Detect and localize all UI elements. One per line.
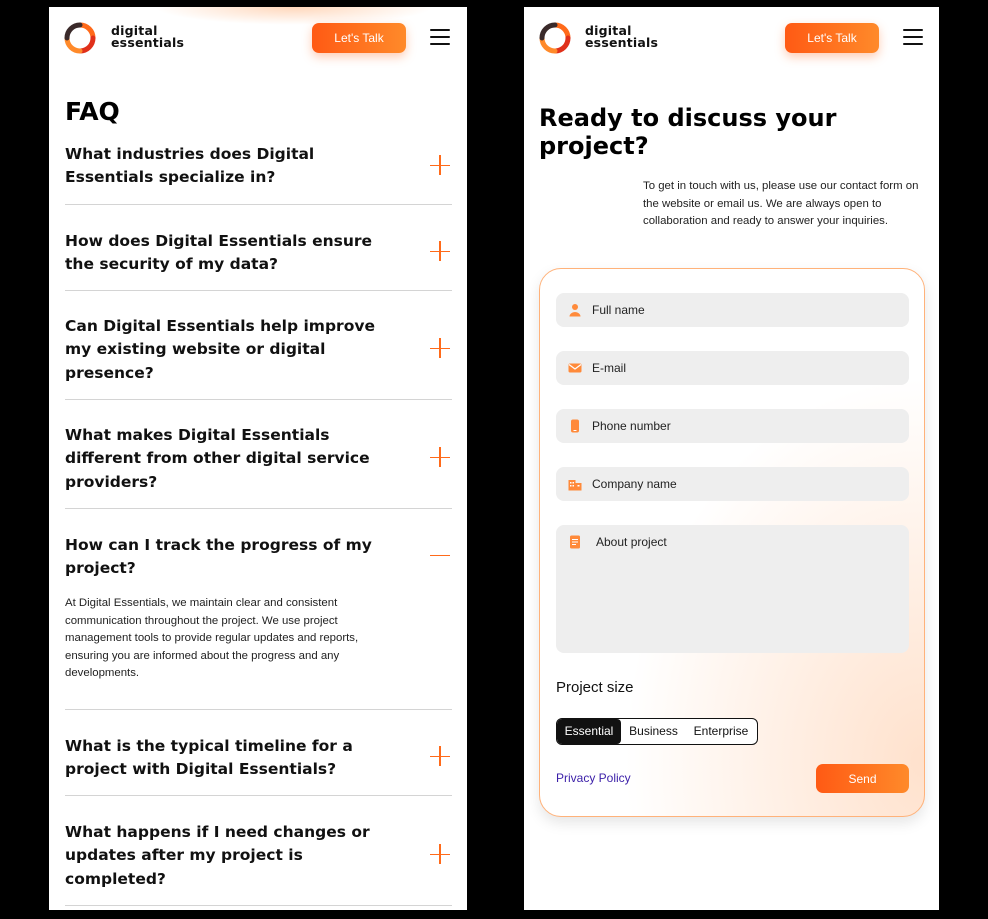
faq-item[interactable]: What is the typical timeline for a proje… — [65, 735, 452, 796]
contact-description: To get in touch with us, please use our … — [643, 180, 919, 227]
contact-title: Ready to discuss your project? — [539, 104, 837, 160]
faq-item-expanded[interactable]: How can I track the progress of my proje… — [65, 534, 452, 710]
person-icon — [569, 304, 581, 317]
privacy-policy-link[interactable]: Privacy Policy — [556, 771, 631, 785]
about-project-placeholder: About project — [596, 535, 667, 549]
document-icon — [570, 535, 580, 549]
brand-name: digital essentials — [111, 25, 184, 48]
plus-icon[interactable] — [430, 746, 450, 766]
email-field[interactable]: E-mail — [556, 351, 909, 385]
hamburger-menu-icon[interactable] — [903, 29, 923, 45]
full-name-field[interactable]: Full name — [556, 293, 909, 327]
size-option-essential[interactable]: Essential — [557, 719, 621, 744]
full-name-placeholder: Full name — [592, 303, 645, 317]
faq-item[interactable]: What industries does Digital Essentials … — [65, 143, 452, 205]
faq-question[interactable]: Can Digital Essentials help improve my e… — [65, 315, 405, 385]
faq-question[interactable]: What is the typical timeline for a proje… — [65, 735, 405, 782]
plus-icon[interactable] — [430, 844, 450, 864]
faq-question[interactable]: How can I track the progress of my proje… — [65, 534, 405, 581]
logo-icon[interactable] — [63, 21, 97, 55]
plus-icon[interactable] — [430, 338, 450, 358]
faq-question[interactable]: What industries does Digital Essentials … — [65, 143, 405, 190]
header: digital essentials Let's Talk — [524, 7, 939, 69]
lets-talk-button[interactable]: Let's Talk — [785, 23, 879, 53]
size-option-business[interactable]: Business — [621, 719, 686, 744]
faq-screen: digital essentials Let's Talk FAQ What i… — [49, 7, 467, 910]
company-placeholder: Company name — [592, 477, 677, 491]
faq-item[interactable]: How does Digital Essentials ensure the s… — [65, 230, 452, 291]
project-size-selector[interactable]: Essential Business Enterprise — [556, 718, 758, 745]
building-icon — [568, 480, 582, 491]
plus-icon[interactable] — [430, 241, 450, 261]
faq-question[interactable]: How does Digital Essentials ensure the s… — [65, 230, 405, 277]
faq-item[interactable]: What happens if I need changes or update… — [65, 821, 452, 906]
header: digital essentials Let's Talk — [49, 7, 467, 69]
company-field[interactable]: Company name — [556, 467, 909, 501]
phone-placeholder: Phone number — [592, 419, 671, 433]
brand-line-2: essentials — [111, 34, 185, 50]
faq-item[interactable]: What makes Digital Essentials different … — [65, 424, 452, 509]
brand-line-2: essentials — [585, 34, 659, 50]
lets-talk-button[interactable]: Let's Talk — [312, 23, 406, 53]
faq-question[interactable]: What makes Digital Essentials different … — [65, 424, 405, 494]
faq-question[interactable]: What happens if I need changes or update… — [65, 821, 405, 891]
mail-icon — [568, 363, 582, 373]
faq-answer: At Digital Essentials, we maintain clear… — [65, 597, 359, 679]
logo-icon[interactable] — [538, 21, 572, 55]
phone-icon — [571, 419, 579, 433]
project-size-label: Project size — [556, 679, 634, 696]
brand-name: digital essentials — [585, 25, 658, 48]
about-project-textarea[interactable]: About project — [556, 525, 909, 653]
hamburger-menu-icon[interactable] — [430, 29, 450, 45]
email-placeholder: E-mail — [592, 361, 627, 375]
contact-screen: digital essentials Let's Talk Ready to d… — [524, 7, 939, 910]
phone-field[interactable]: Phone number — [556, 409, 909, 443]
faq-title: FAQ — [65, 97, 120, 126]
contact-form: Full name E-mail Phone number Company na… — [539, 268, 925, 817]
plus-icon[interactable] — [430, 155, 450, 175]
faq-item[interactable]: Can Digital Essentials help improve my e… — [65, 315, 452, 400]
minus-icon[interactable] — [430, 545, 450, 565]
plus-icon[interactable] — [430, 447, 450, 467]
send-button[interactable]: Send — [816, 764, 909, 793]
size-option-enterprise[interactable]: Enterprise — [686, 719, 756, 744]
